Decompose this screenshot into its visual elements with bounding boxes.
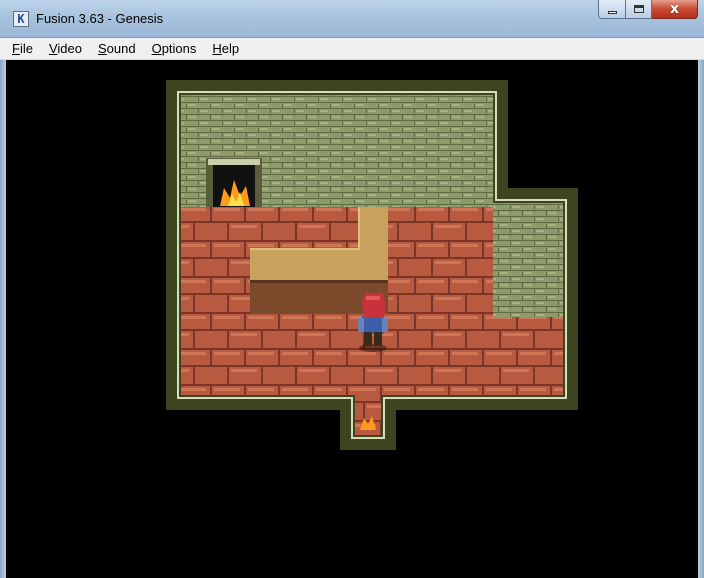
close-button[interactable]: x (652, 0, 698, 19)
minimize-button[interactable] (598, 0, 626, 19)
menu-sound[interactable]: Sound (98, 41, 136, 56)
menu-help[interactable]: Help (212, 41, 239, 56)
right-wall (493, 203, 563, 317)
menu-video[interactable]: Video (49, 41, 82, 56)
maximize-icon (633, 5, 644, 13)
fireplace (206, 158, 262, 208)
window-frame-right (698, 60, 704, 578)
fusion-app-icon[interactable]: K (13, 11, 29, 27)
window-controls: x (598, 0, 698, 20)
close-icon: x (669, 1, 680, 17)
menu-options[interactable]: Options (152, 41, 197, 56)
maximize-button[interactable] (626, 0, 652, 19)
game-scene (166, 80, 578, 450)
minimize-icon (607, 10, 617, 14)
title-bar[interactable]: K Fusion 3.63 - Genesis x (0, 0, 704, 38)
window-title: Fusion 3.63 - Genesis (36, 11, 164, 26)
menu-file[interactable]: File (12, 41, 33, 56)
game-screen[interactable] (6, 60, 698, 578)
menu-bar: File Video Sound Options Help (0, 38, 704, 60)
